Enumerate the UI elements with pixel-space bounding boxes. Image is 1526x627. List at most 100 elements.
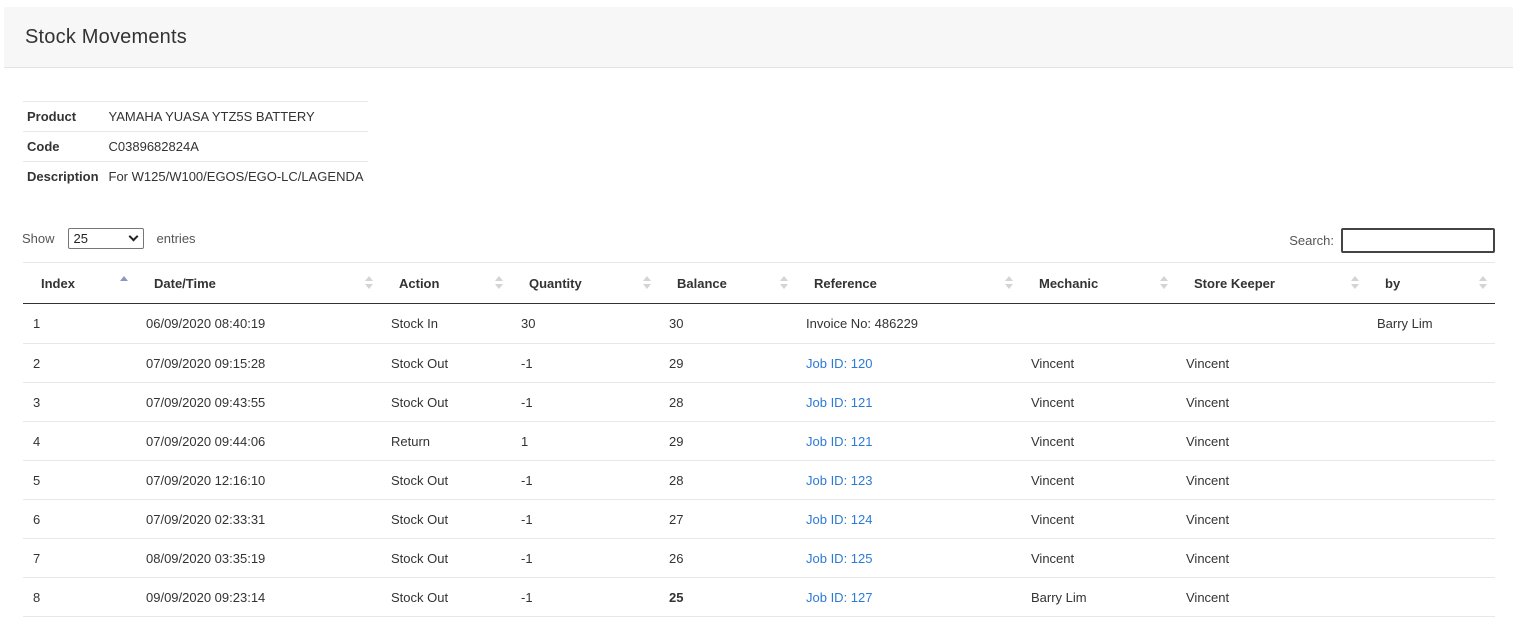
entries-length-control: Show 25 entries [22, 228, 196, 249]
datetime-cell: 07/09/2020 09:43:55 [136, 382, 381, 422]
balance-cell: 29 [659, 343, 796, 383]
column-header-mechanic[interactable]: Mechanic [1021, 262, 1176, 304]
table-row: 1 06/09/2020 08:40:19 Stock In 30 30 Invoice … [23, 303, 1495, 344]
by-cell [1367, 577, 1495, 617]
column-header-store-keeper[interactable]: Store Keeper [1176, 262, 1367, 304]
sort-both-icon [495, 276, 503, 290]
by-cell: Barry Lim [1367, 303, 1495, 344]
datetime-cell: 07/09/2020 09:44:06 [136, 421, 381, 461]
quantity-cell: -1 [511, 460, 659, 500]
mechanic-cell: Vincent [1021, 499, 1176, 539]
product-info-label: Product [27, 109, 77, 124]
datetime-cell: 06/09/2020 08:40:19 [136, 303, 381, 344]
column-header-action[interactable]: Action [381, 262, 511, 304]
datetime-cell: 07/09/2020 12:16:10 [136, 460, 381, 500]
store-keeper-cell [1176, 303, 1367, 344]
column-header-reference[interactable]: Reference [796, 262, 1021, 304]
product-info-row: Code C0389682824A [23, 131, 368, 162]
sort-both-icon [365, 276, 373, 290]
quantity-cell: -1 [511, 538, 659, 578]
balance-cell: 27 [659, 499, 796, 539]
column-header-label: Index [41, 275, 75, 291]
table-row: 4 07/09/2020 09:44:06 Return 1 29 Job ID: 121… [23, 421, 1495, 461]
page: Stock Movements Product YAMAHA YUASA YTZ… [0, 0, 1526, 627]
quantity-cell: -1 [511, 382, 659, 422]
reference-cell: Invoice No: 486229 [796, 303, 1021, 344]
action-cell: Stock Out [381, 538, 511, 578]
column-header-label: Date/Time [154, 275, 216, 291]
mechanic-cell: Vincent [1021, 421, 1176, 461]
table-row: 8 09/09/2020 09:23:14 Stock Out -1 25 Job ID:… [23, 577, 1495, 617]
column-header-label: Store Keeper [1194, 275, 1275, 291]
balance-cell: 29 [659, 421, 796, 461]
product-info-value: YAMAHA YUASA YTZ5S BATTERY [108, 109, 315, 124]
chevron-down-icon [128, 231, 138, 242]
job-link[interactable]: Job ID: 120 [806, 356, 873, 371]
balance-cell: 25 [659, 577, 796, 617]
balance-cell: 28 [659, 460, 796, 500]
quantity-cell: 30 [511, 303, 659, 344]
action-cell: Return [381, 421, 511, 461]
reference-cell: Job ID: 123 [796, 460, 1021, 500]
stock-movements-table: Index Date/Time Action Quantity Balance Refer… [23, 262, 1495, 617]
index-cell: 7 [23, 538, 136, 578]
page-header: Stock Movements [4, 7, 1513, 68]
reference-cell: Job ID: 127 [796, 577, 1021, 617]
scrollbar[interactable] [1515, 0, 1526, 627]
job-link[interactable]: Job ID: 127 [806, 590, 873, 605]
column-header-label: Action [399, 275, 440, 291]
store-keeper-cell: Vincent [1176, 577, 1367, 617]
job-link[interactable]: Job ID: 123 [806, 473, 873, 488]
reference-cell: Job ID: 120 [796, 343, 1021, 383]
index-cell: 3 [23, 382, 136, 422]
product-info-label: Description [27, 169, 99, 185]
reference-cell: Job ID: 125 [796, 538, 1021, 578]
table-search: Search: [1289, 228, 1495, 253]
by-cell [1367, 538, 1495, 578]
quantity-cell: 1 [511, 421, 659, 461]
action-cell: Stock Out [381, 343, 511, 383]
search-input[interactable] [1341, 228, 1495, 253]
job-link[interactable]: Job ID: 124 [806, 512, 873, 527]
mechanic-cell: Vincent [1021, 343, 1176, 383]
column-header-label: Mechanic [1039, 275, 1099, 291]
datetime-cell: 08/09/2020 03:35:19 [136, 538, 381, 578]
column-header-label: Reference [814, 275, 877, 291]
sort-ascending-icon [120, 276, 128, 290]
job-link[interactable]: Job ID: 121 [806, 395, 873, 410]
column-header-index[interactable]: Index [23, 262, 136, 304]
column-header-label: by [1385, 275, 1401, 291]
index-cell: 5 [23, 460, 136, 500]
job-link[interactable]: Job ID: 121 [806, 434, 873, 449]
entries-select[interactable]: 25 [67, 228, 144, 249]
entries-select-value: 25 [73, 231, 88, 246]
index-cell: 4 [23, 421, 136, 461]
index-cell: 8 [23, 577, 136, 617]
table-header-row: Index Date/Time Action Quantity Balance Refer… [23, 262, 1495, 304]
datetime-cell: 09/09/2020 09:23:14 [136, 577, 381, 617]
table-row: 3 07/09/2020 09:43:55 Stock Out -1 28 Job ID:… [23, 382, 1495, 422]
action-cell: Stock Out [381, 577, 511, 617]
by-cell [1367, 499, 1495, 539]
column-header-by[interactable]: by [1367, 262, 1495, 304]
job-link[interactable]: Job ID: 125 [806, 551, 873, 566]
balance-cell: 28 [659, 382, 796, 422]
action-cell: Stock Out [381, 382, 511, 422]
sort-both-icon [643, 276, 651, 290]
product-info-label: Code [27, 139, 60, 154]
table-row: 5 07/09/2020 12:16:10 Stock Out -1 28 Job ID:… [23, 460, 1495, 500]
sort-both-icon [1160, 276, 1168, 290]
mechanic-cell: Vincent [1021, 460, 1176, 500]
datetime-cell: 07/09/2020 02:33:31 [136, 499, 381, 539]
table-body: 1 06/09/2020 08:40:19 Stock In 30 30 Invoice … [23, 303, 1495, 617]
index-cell: 2 [23, 343, 136, 383]
store-keeper-cell: Vincent [1176, 499, 1367, 539]
column-header-quantity[interactable]: Quantity [511, 262, 659, 304]
sort-both-icon [1005, 276, 1013, 290]
column-header-balance[interactable]: Balance [659, 262, 796, 304]
column-header-date-time[interactable]: Date/Time [136, 262, 381, 304]
table-row: 6 07/09/2020 02:33:31 Stock Out -1 27 Job ID:… [23, 499, 1495, 539]
table-row: 7 08/09/2020 03:35:19 Stock Out -1 26 Job ID:… [23, 538, 1495, 578]
search-label: Search: [1289, 233, 1334, 248]
store-keeper-cell: Vincent [1176, 382, 1367, 422]
